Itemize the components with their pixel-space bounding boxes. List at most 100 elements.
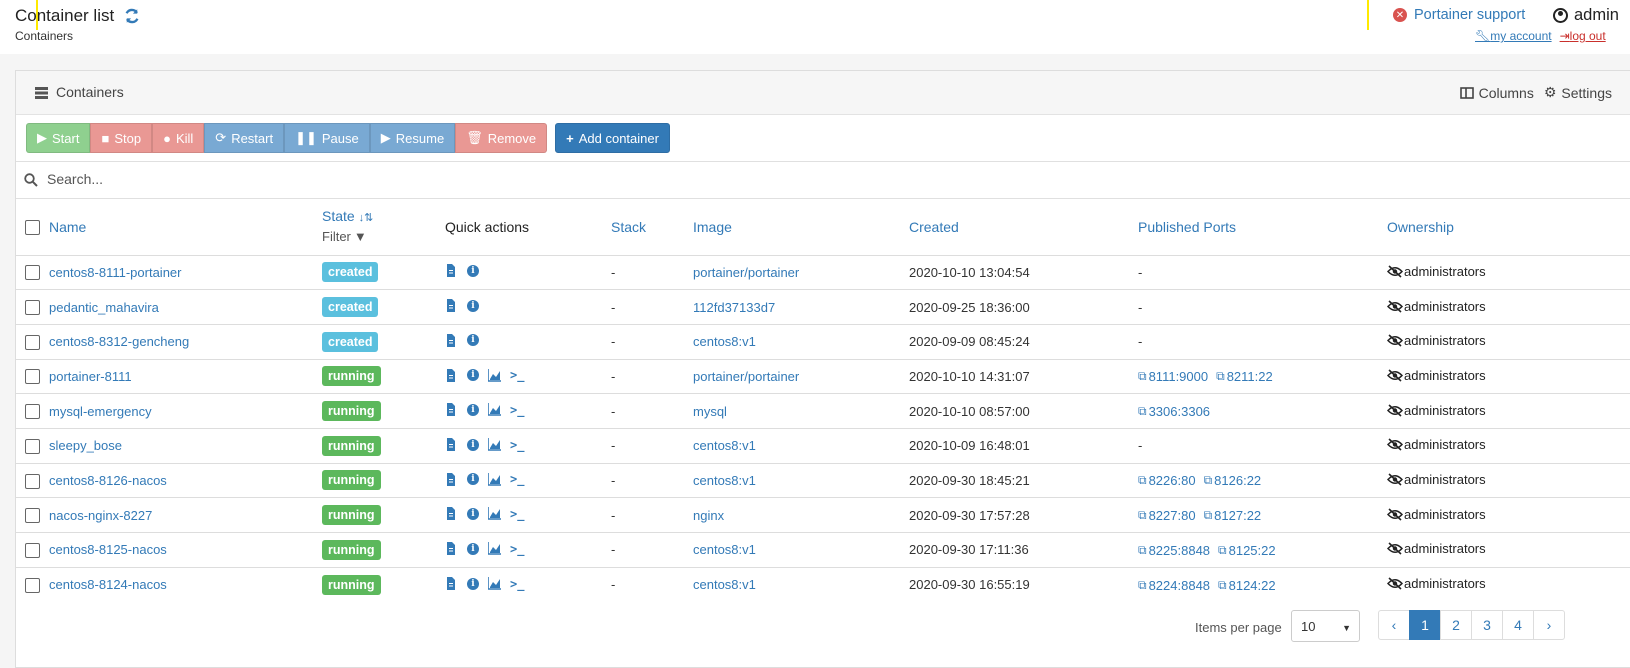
- my-account-link[interactable]: 🔧︎my account: [1475, 29, 1552, 43]
- column-name[interactable]: Name: [49, 219, 86, 235]
- row-checkbox[interactable]: [25, 577, 40, 593]
- select-all-checkbox[interactable]: [25, 220, 40, 236]
- row-checkbox[interactable]: [25, 369, 40, 385]
- logs-icon[interactable]: [445, 368, 458, 382]
- image-link[interactable]: centos8:v1: [693, 542, 756, 557]
- container-name-link[interactable]: centos8-8124-nacos: [49, 577, 167, 592]
- container-name-link[interactable]: centos8-8312-gencheng: [49, 334, 189, 349]
- logs-icon[interactable]: [445, 577, 458, 591]
- logs-icon[interactable]: [445, 403, 458, 417]
- console-icon[interactable]: >_: [510, 542, 524, 556]
- logs-icon[interactable]: [445, 264, 458, 278]
- info-icon[interactable]: i: [467, 334, 479, 347]
- column-ownership[interactable]: Ownership: [1387, 219, 1454, 235]
- container-name-link[interactable]: centos8-8126-nacos: [49, 473, 167, 488]
- port-link[interactable]: ⧉ 8111:9000: [1138, 369, 1208, 384]
- row-checkbox[interactable]: [25, 473, 40, 489]
- kill-button[interactable]: ● Kill: [152, 123, 205, 153]
- next-page-button[interactable]: ›: [1533, 610, 1565, 640]
- row-checkbox[interactable]: [25, 542, 40, 558]
- info-icon[interactable]: i: [467, 264, 479, 277]
- container-name-link[interactable]: centos8-8125-nacos: [49, 542, 167, 557]
- logs-icon[interactable]: [445, 299, 458, 313]
- container-name-link[interactable]: portainer-8111: [49, 369, 132, 384]
- port-link[interactable]: ⧉ 8124:22: [1218, 578, 1276, 593]
- info-icon[interactable]: i: [467, 369, 479, 382]
- column-state[interactable]: State ↓⇅: [322, 207, 443, 227]
- logs-icon[interactable]: [445, 507, 458, 521]
- add-container-button[interactable]: + Add container: [555, 123, 670, 153]
- console-icon[interactable]: >_: [510, 472, 524, 486]
- port-link[interactable]: ⧉ 8126:22: [1204, 473, 1262, 488]
- image-link[interactable]: portainer/portainer: [693, 369, 799, 384]
- row-checkbox[interactable]: [25, 438, 40, 454]
- stats-chart-icon[interactable]: [487, 368, 501, 382]
- pause-button[interactable]: ❚❚ Pause: [284, 123, 370, 153]
- image-link[interactable]: mysql: [693, 404, 727, 419]
- stats-chart-icon[interactable]: [487, 438, 501, 451]
- console-icon[interactable]: >_: [510, 438, 524, 452]
- image-link[interactable]: portainer/portainer: [693, 265, 799, 280]
- search-input[interactable]: [45, 170, 545, 188]
- image-link[interactable]: centos8:v1: [693, 438, 756, 453]
- info-icon[interactable]: i: [467, 577, 479, 590]
- previous-page-button[interactable]: ‹: [1378, 610, 1410, 640]
- logs-icon[interactable]: [445, 333, 458, 347]
- row-checkbox[interactable]: [25, 508, 40, 524]
- port-link[interactable]: ⧉ 8227:80: [1138, 508, 1196, 523]
- settings-button[interactable]: ⚙ Settings: [1544, 84, 1612, 101]
- page-button[interactable]: 2: [1440, 610, 1472, 640]
- port-link[interactable]: ⧉ 3306:3306: [1138, 404, 1210, 419]
- start-button[interactable]: ▶ Start: [26, 123, 91, 153]
- console-icon[interactable]: >_: [510, 577, 524, 591]
- restart-button[interactable]: ⟳ Restart: [204, 123, 285, 153]
- port-link[interactable]: ⧉ 8127:22: [1204, 508, 1262, 523]
- container-name-link[interactable]: pedantic_mahavira: [49, 300, 159, 315]
- stats-chart-icon[interactable]: [487, 507, 501, 521]
- console-icon[interactable]: >_: [510, 507, 524, 521]
- stats-chart-icon[interactable]: [487, 542, 501, 555]
- logs-icon[interactable]: [445, 438, 458, 452]
- port-link[interactable]: ⧉ 8226:80: [1138, 473, 1196, 488]
- row-checkbox[interactable]: [25, 404, 40, 420]
- image-link[interactable]: nginx: [693, 508, 724, 523]
- resume-button[interactable]: ▶ Resume: [369, 123, 456, 153]
- column-published-ports[interactable]: Published Ports: [1138, 219, 1236, 235]
- row-checkbox[interactable]: [25, 300, 40, 316]
- portainer-support-link[interactable]: ✕ Portainer support: [1393, 7, 1525, 23]
- page-button[interactable]: 4: [1502, 610, 1534, 640]
- stop-button[interactable]: ■ Stop: [90, 123, 153, 153]
- port-link[interactable]: ⧉ 8125:22: [1218, 543, 1276, 558]
- info-icon[interactable]: i: [467, 403, 479, 416]
- container-name-link[interactable]: centos8-8111-portainer: [49, 265, 182, 280]
- container-name-link[interactable]: nacos-nginx-8227: [49, 508, 152, 523]
- image-link[interactable]: 112fd37133d7: [693, 300, 775, 315]
- remove-button[interactable]: 🗑︎ Remove: [455, 123, 548, 153]
- row-checkbox[interactable]: [25, 334, 40, 350]
- info-icon[interactable]: i: [467, 507, 479, 520]
- stats-chart-icon[interactable]: [487, 577, 501, 590]
- info-icon[interactable]: i: [467, 542, 479, 555]
- info-icon[interactable]: i: [467, 299, 479, 312]
- info-icon[interactable]: i: [467, 438, 479, 451]
- logs-icon[interactable]: [445, 542, 458, 556]
- container-name-link[interactable]: mysql-emergency: [49, 404, 152, 419]
- state-filter[interactable]: Filter ▼: [322, 228, 367, 246]
- columns-button[interactable]: Columns: [1459, 84, 1534, 101]
- items-per-page-select[interactable]: 10 ▼: [1291, 610, 1360, 642]
- port-link[interactable]: ⧉ 8211:22: [1216, 369, 1273, 384]
- refresh-icon[interactable]: [123, 7, 141, 25]
- image-link[interactable]: centos8:v1: [693, 334, 756, 349]
- column-created[interactable]: Created: [909, 219, 959, 235]
- console-icon[interactable]: >_: [510, 403, 524, 417]
- port-link[interactable]: ⧉ 8225:8848: [1138, 543, 1210, 558]
- info-icon[interactable]: i: [467, 473, 479, 486]
- column-image[interactable]: Image: [693, 219, 732, 235]
- console-icon[interactable]: >_: [510, 368, 524, 382]
- stats-chart-icon[interactable]: [487, 403, 501, 417]
- page-button[interactable]: 1: [1409, 610, 1441, 640]
- column-stack[interactable]: Stack: [611, 219, 646, 235]
- container-name-link[interactable]: sleepy_bose: [49, 438, 122, 453]
- page-button[interactable]: 3: [1471, 610, 1503, 640]
- log-out-link[interactable]: ⇥log out: [1560, 29, 1606, 43]
